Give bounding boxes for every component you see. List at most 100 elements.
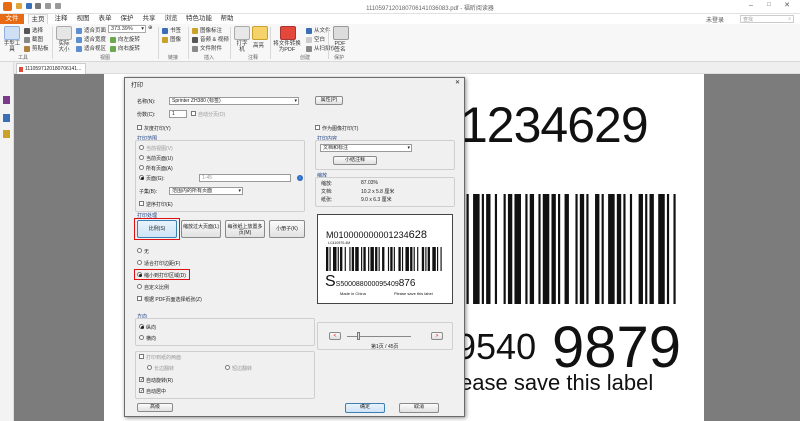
typewriter-icon[interactable]	[234, 26, 250, 40]
hand-tool-icon[interactable]	[4, 26, 20, 40]
convert-to-pdf-button[interactable]: 将文件转换为PDF	[272, 41, 302, 53]
tab-browse[interactable]: 浏览	[162, 14, 180, 24]
fit-visible-button[interactable]: 适合视区	[76, 44, 106, 52]
summarize-comments-button[interactable]: 小结注释	[333, 156, 377, 165]
pdf-sign-icon[interactable]	[333, 26, 349, 40]
scale-none-radio[interactable]	[137, 248, 142, 253]
copies-input[interactable]: 1	[169, 110, 187, 118]
auto-rotate-checkbox[interactable]: ✓	[139, 377, 144, 383]
attachments-panel-icon[interactable]	[3, 130, 10, 138]
dialog-title: 打印	[131, 83, 144, 89]
barcode-bar	[440, 247, 442, 271]
multiple-pages-button[interactable]: 每张纸上放置多页(M)	[225, 220, 265, 238]
range-all-label: 所有页面(A)	[146, 166, 173, 172]
redo-icon[interactable]	[54, 3, 61, 9]
annotations-select[interactable]: 文档和标注 ▾	[320, 144, 412, 152]
print-icon[interactable]	[35, 3, 42, 9]
printer-select[interactable]: Sprinter ZH380 (标签) ▾	[169, 97, 299, 105]
highlight-button[interactable]: 高亮	[253, 41, 264, 49]
booklet-button[interactable]: 小册子(K)	[269, 220, 305, 238]
range-pages-input[interactable]: 1-45	[199, 174, 291, 182]
user-status[interactable]: 未登录	[706, 15, 724, 24]
flip-long-radio[interactable]	[147, 365, 152, 370]
info-icon[interactable]: i	[297, 175, 303, 181]
file-attachment-button[interactable]: 文件附件	[192, 44, 222, 52]
actual-size-button[interactable]: 实际大小	[56, 41, 72, 53]
tab-file[interactable]: 文件	[0, 14, 24, 24]
minimize-button[interactable]: –	[744, 2, 758, 11]
tab-view[interactable]: 视图	[74, 14, 92, 24]
dialog-close-icon[interactable]: ✕	[455, 79, 460, 86]
portrait-radio[interactable]	[139, 324, 144, 329]
maximize-button[interactable]: □	[762, 2, 776, 11]
doc-size-value: 10.2 x 5.8 厘米	[361, 189, 395, 195]
cancel-button[interactable]: 取消	[399, 403, 439, 413]
actual-size-icon[interactable]	[56, 26, 72, 40]
close-button[interactable]: ✕	[780, 1, 794, 11]
audio-video-button[interactable]: 音频 & 视频	[192, 35, 229, 43]
range-pages-radio[interactable]	[139, 175, 144, 180]
document-tab[interactable]: 1110597120180706141...	[16, 63, 86, 74]
print-as-image-checkbox[interactable]	[315, 125, 320, 130]
subset-select[interactable]: 范围内的所有页面 ▾	[169, 187, 243, 195]
typewriter-button[interactable]: 打字机	[234, 41, 250, 53]
ok-button[interactable]: 确定	[345, 403, 385, 413]
blank-button[interactable]: 空白	[306, 35, 325, 43]
fit-page-button[interactable]: 适合页面	[76, 26, 106, 34]
open-icon[interactable]	[16, 3, 22, 9]
range-all-radio[interactable]	[139, 165, 144, 170]
page-slider-thumb[interactable]	[357, 332, 360, 340]
rotate-right-button[interactable]: 向右旋转	[110, 44, 140, 52]
bookmark-button[interactable]: 书签	[162, 26, 181, 34]
hand-tool-button[interactable]: 手型工具	[3, 41, 21, 53]
collate-checkbox[interactable]	[191, 111, 196, 116]
barcode-bar	[417, 247, 419, 271]
auto-center-checkbox[interactable]: ✓	[139, 388, 144, 394]
pages-panel-icon[interactable]	[3, 114, 10, 122]
properties-button[interactable]: 属性(P)	[315, 96, 343, 105]
duplex-checkbox[interactable]	[139, 354, 144, 359]
advanced-button[interactable]: 高级	[137, 403, 173, 412]
scale-fit-radio[interactable]	[137, 260, 142, 265]
tab-form[interactable]: 表单	[96, 14, 114, 24]
tab-help[interactable]: 帮助	[218, 14, 236, 24]
flip-short-radio[interactable]	[225, 365, 230, 370]
pdf-sign-button[interactable]: PDF签名	[332, 41, 348, 53]
reverse-checkbox[interactable]	[139, 201, 144, 206]
tab-home[interactable]: 主页	[28, 14, 48, 24]
landscape-radio[interactable]	[139, 335, 144, 340]
barcode-bar	[329, 247, 331, 271]
quick-access-toolbar[interactable]	[16, 3, 96, 11]
next-page-button[interactable]: >	[431, 332, 443, 340]
tab-share[interactable]: 共享	[140, 14, 158, 24]
select-text-button[interactable]: 选择	[24, 26, 43, 34]
undo-icon[interactable]	[45, 3, 52, 9]
image-annotation-button[interactable]: 图像标注	[192, 26, 222, 34]
highlight-icon[interactable]	[252, 26, 268, 40]
bookmarks-panel-icon[interactable]	[3, 96, 10, 104]
tile-pages-button[interactable]: 缩放过大页面(L)	[181, 220, 221, 238]
barcode-bar	[608, 194, 615, 304]
clipboard-button[interactable]: 剪贴板	[24, 44, 49, 52]
from-file-button[interactable]: 从文件	[306, 26, 331, 34]
choose-paper-checkbox[interactable]	[137, 296, 142, 301]
rotate-left-button[interactable]: 向左旋转	[110, 35, 140, 43]
image-button[interactable]: 图像	[162, 35, 181, 43]
zoom-select[interactable]: 373.39% ▾	[108, 25, 146, 33]
convert-icon[interactable]	[280, 26, 296, 40]
zoom-in-icon[interactable]: ⊕	[148, 25, 153, 31]
save-icon[interactable]	[25, 3, 32, 9]
barcode-bar	[333, 247, 337, 271]
tab-features[interactable]: 特色功能	[184, 14, 214, 24]
prev-page-button[interactable]: <	[329, 332, 341, 340]
scale-custom-radio[interactable]	[137, 284, 142, 289]
chevron-down-icon: ▾	[238, 188, 241, 194]
range-current-page-radio[interactable]	[139, 155, 144, 160]
snapshot-button[interactable]: 截图	[24, 35, 43, 43]
range-current-view-radio[interactable]	[139, 145, 144, 150]
tab-protect[interactable]: 保护	[118, 14, 136, 24]
search-input[interactable]: 查找 ⌕	[740, 15, 794, 23]
fit-width-button[interactable]: 适合宽度	[76, 35, 106, 43]
tab-comment[interactable]: 注释	[52, 14, 70, 24]
grayscale-checkbox[interactable]	[137, 125, 142, 130]
